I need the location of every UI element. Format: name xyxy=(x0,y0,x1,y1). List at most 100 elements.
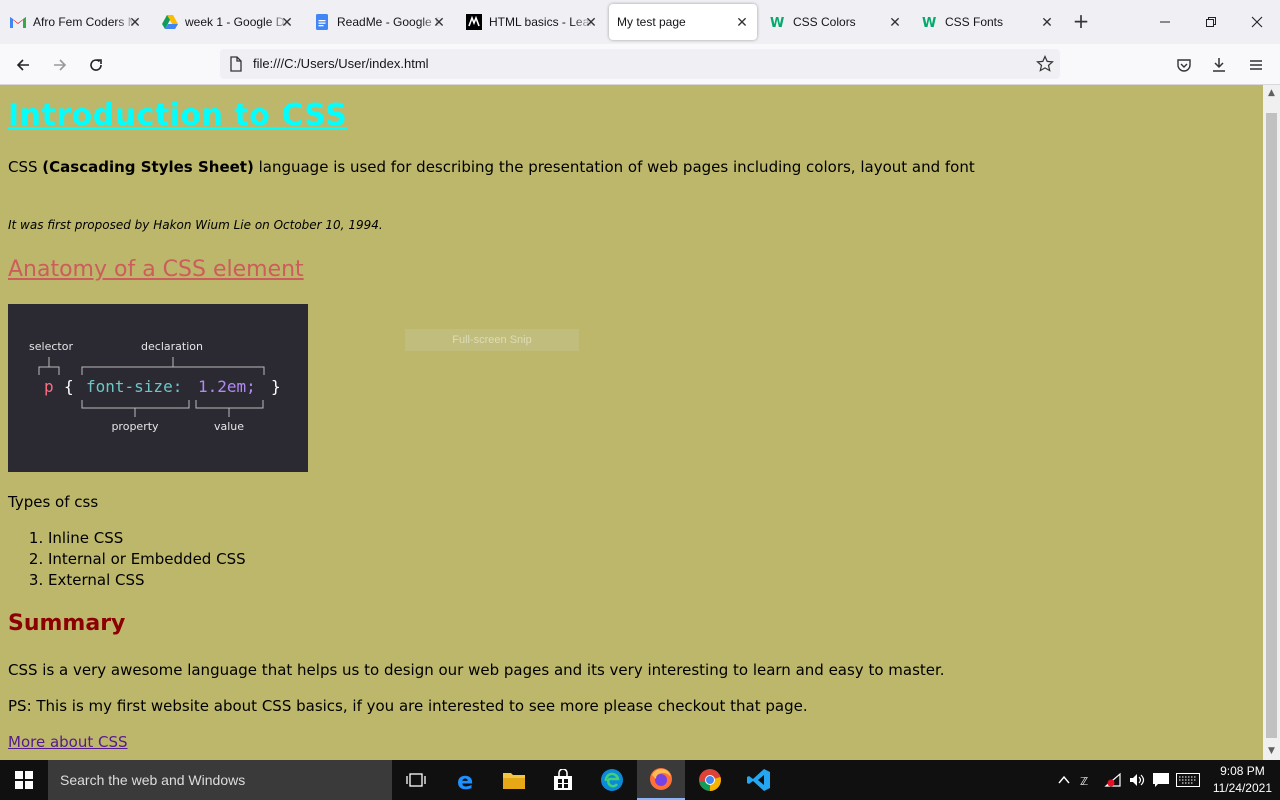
scroll-up-icon[interactable]: ▲ xyxy=(1263,85,1280,102)
google-drive-icon xyxy=(162,14,178,30)
types-intro: Types of css xyxy=(8,493,99,511)
tab-title: My test page xyxy=(617,15,686,29)
more-about-css-link[interactable]: More about CSS xyxy=(8,733,128,751)
windows-taskbar: Search the web and Windows e ℤ 9:08 PM 1… xyxy=(0,760,1280,800)
tab-docs[interactable]: ReadMe - Google Docs ✕ xyxy=(304,4,454,40)
folder-icon xyxy=(503,773,525,789)
tab-my-test-page[interactable]: My test page ✕ xyxy=(609,4,757,40)
network-icon[interactable] xyxy=(1104,772,1124,788)
page-title: Introduction to CSS xyxy=(8,98,348,133)
pocket-button[interactable] xyxy=(1171,52,1197,78)
intro-bold: (Cascading Styles Sheet) xyxy=(42,158,254,176)
taskbar-clock[interactable]: 9:08 PM 11/24/2021 xyxy=(1213,763,1272,797)
forward-button[interactable] xyxy=(47,52,73,78)
scrollbar-thumb[interactable] xyxy=(1266,113,1277,738)
svg-text:W: W xyxy=(922,16,936,29)
taskbar-file-explorer[interactable] xyxy=(490,760,538,800)
summary-paragraph: CSS is a very awesome language that help… xyxy=(8,661,945,679)
notification-icon[interactable] xyxy=(1152,772,1170,788)
close-icon[interactable]: ✕ xyxy=(733,13,751,31)
selector-label: selector xyxy=(29,340,73,353)
snip-overlay-label: Full-screen Snip xyxy=(405,329,579,351)
tab-title: ReadMe - Google Docs xyxy=(337,15,441,29)
tab-mail[interactable]: Afro Fem Coders Mail ✕ xyxy=(0,4,150,40)
firefox-icon xyxy=(650,768,672,790)
tab-title: week 1 - Google Drive xyxy=(185,15,289,29)
scroll-down-icon[interactable]: ▼ xyxy=(1263,743,1280,760)
close-icon[interactable]: ✕ xyxy=(278,13,296,31)
tab-css-fonts[interactable]: W CSS Fonts ✕ xyxy=(912,4,1062,40)
declaration-label: declaration xyxy=(141,340,203,353)
close-window-button[interactable] xyxy=(1234,0,1280,44)
anatomy-heading: Anatomy of a CSS element xyxy=(8,257,304,282)
tab-title: CSS Colors xyxy=(793,15,856,29)
open-brace-code: { xyxy=(64,377,74,396)
property-label: property xyxy=(111,420,159,433)
tab-title: Afro Fem Coders Mail xyxy=(33,15,137,29)
hamburger-menu-icon xyxy=(1250,60,1262,70)
value-label: value xyxy=(214,420,244,433)
new-tab-button[interactable]: + xyxy=(1070,10,1092,32)
close-icon[interactable]: ✕ xyxy=(582,13,600,31)
chevron-up-icon[interactable] xyxy=(1056,772,1072,788)
tab-strip: Afro Fem Coders Mail ✕ week 1 - Google D… xyxy=(0,0,1280,44)
clock-date: 11/24/2021 xyxy=(1212,781,1272,795)
input-method-icon[interactable]: ℤ xyxy=(1080,772,1100,788)
address-bar[interactable]: file:///C:/Users/User/index.html xyxy=(220,49,1060,79)
taskbar-firefox[interactable] xyxy=(637,760,685,800)
page-icon xyxy=(230,56,242,72)
taskbar-search-placeholder: Search the web and Windows xyxy=(60,772,246,788)
tab-css-colors[interactable]: W CSS Colors ✕ xyxy=(760,4,910,40)
start-button[interactable] xyxy=(0,760,48,800)
navigation-toolbar: file:///C:/Users/User/index.html xyxy=(0,44,1280,85)
w3schools-icon: W xyxy=(770,14,786,30)
close-brace-code: } xyxy=(271,377,281,396)
vscode-icon xyxy=(747,769,770,791)
menu-button[interactable] xyxy=(1243,52,1269,78)
list-item: Internal or Embedded CSS xyxy=(48,549,246,570)
pocket-icon xyxy=(1177,59,1191,72)
reload-button[interactable] xyxy=(83,52,109,78)
taskbar-search-box[interactable]: Search the web and Windows xyxy=(48,760,392,800)
tab-drive[interactable]: week 1 - Google Drive ✕ xyxy=(152,4,302,40)
proposed-note: It was first proposed by Hakon Wium Lie … xyxy=(8,218,383,232)
vertical-scrollbar[interactable]: ▲ ▼ xyxy=(1263,85,1280,760)
close-icon[interactable]: ✕ xyxy=(886,13,904,31)
google-docs-icon xyxy=(314,14,330,30)
close-icon[interactable]: ✕ xyxy=(126,13,144,31)
keyboard-icon[interactable] xyxy=(1176,773,1200,787)
close-icon xyxy=(1251,16,1263,28)
w3schools-icon: W xyxy=(922,14,938,30)
close-icon[interactable]: ✕ xyxy=(430,13,448,31)
back-button[interactable] xyxy=(10,52,36,78)
restore-button[interactable] xyxy=(1188,0,1234,44)
minimize-button[interactable] xyxy=(1142,0,1188,44)
taskbar-chrome[interactable] xyxy=(686,760,734,800)
types-list: Inline CSS Internal or Embedded CSS Exte… xyxy=(48,528,246,591)
downloads-button[interactable] xyxy=(1206,52,1232,78)
taskbar-edge[interactable] xyxy=(588,760,636,800)
value-code: 1.2em; xyxy=(198,377,256,396)
forward-arrow-icon xyxy=(54,59,67,71)
bookmark-star-icon[interactable] xyxy=(1036,55,1054,73)
volume-icon[interactable] xyxy=(1128,772,1148,788)
taskbar-ie[interactable]: e xyxy=(442,760,490,800)
task-view-icon xyxy=(406,773,426,787)
list-item: Inline CSS xyxy=(48,528,246,549)
page-viewport: Introduction to CSS CSS (Cascading Style… xyxy=(0,85,1263,760)
taskbar-vscode[interactable] xyxy=(735,760,783,800)
task-view-button[interactable] xyxy=(392,760,440,800)
property-code: font-size: xyxy=(86,377,182,396)
clock-time: 9:08 PM xyxy=(1220,764,1265,778)
css-anatomy-figure: selector declaration p { font-size: 1.2e… xyxy=(8,304,308,472)
reload-icon xyxy=(90,59,102,71)
tab-mdn[interactable]: HTML basics - Learn web ✕ xyxy=(456,4,606,40)
store-icon xyxy=(554,769,572,790)
restore-icon xyxy=(1206,17,1216,27)
taskbar-store[interactable] xyxy=(539,760,587,800)
summary-heading: Summary xyxy=(8,611,126,636)
intro-suffix: language is used for describing the pres… xyxy=(253,158,975,176)
close-icon[interactable]: ✕ xyxy=(1038,13,1056,31)
list-item: External CSS xyxy=(48,570,246,591)
svg-text:ℤ: ℤ xyxy=(1080,775,1088,788)
